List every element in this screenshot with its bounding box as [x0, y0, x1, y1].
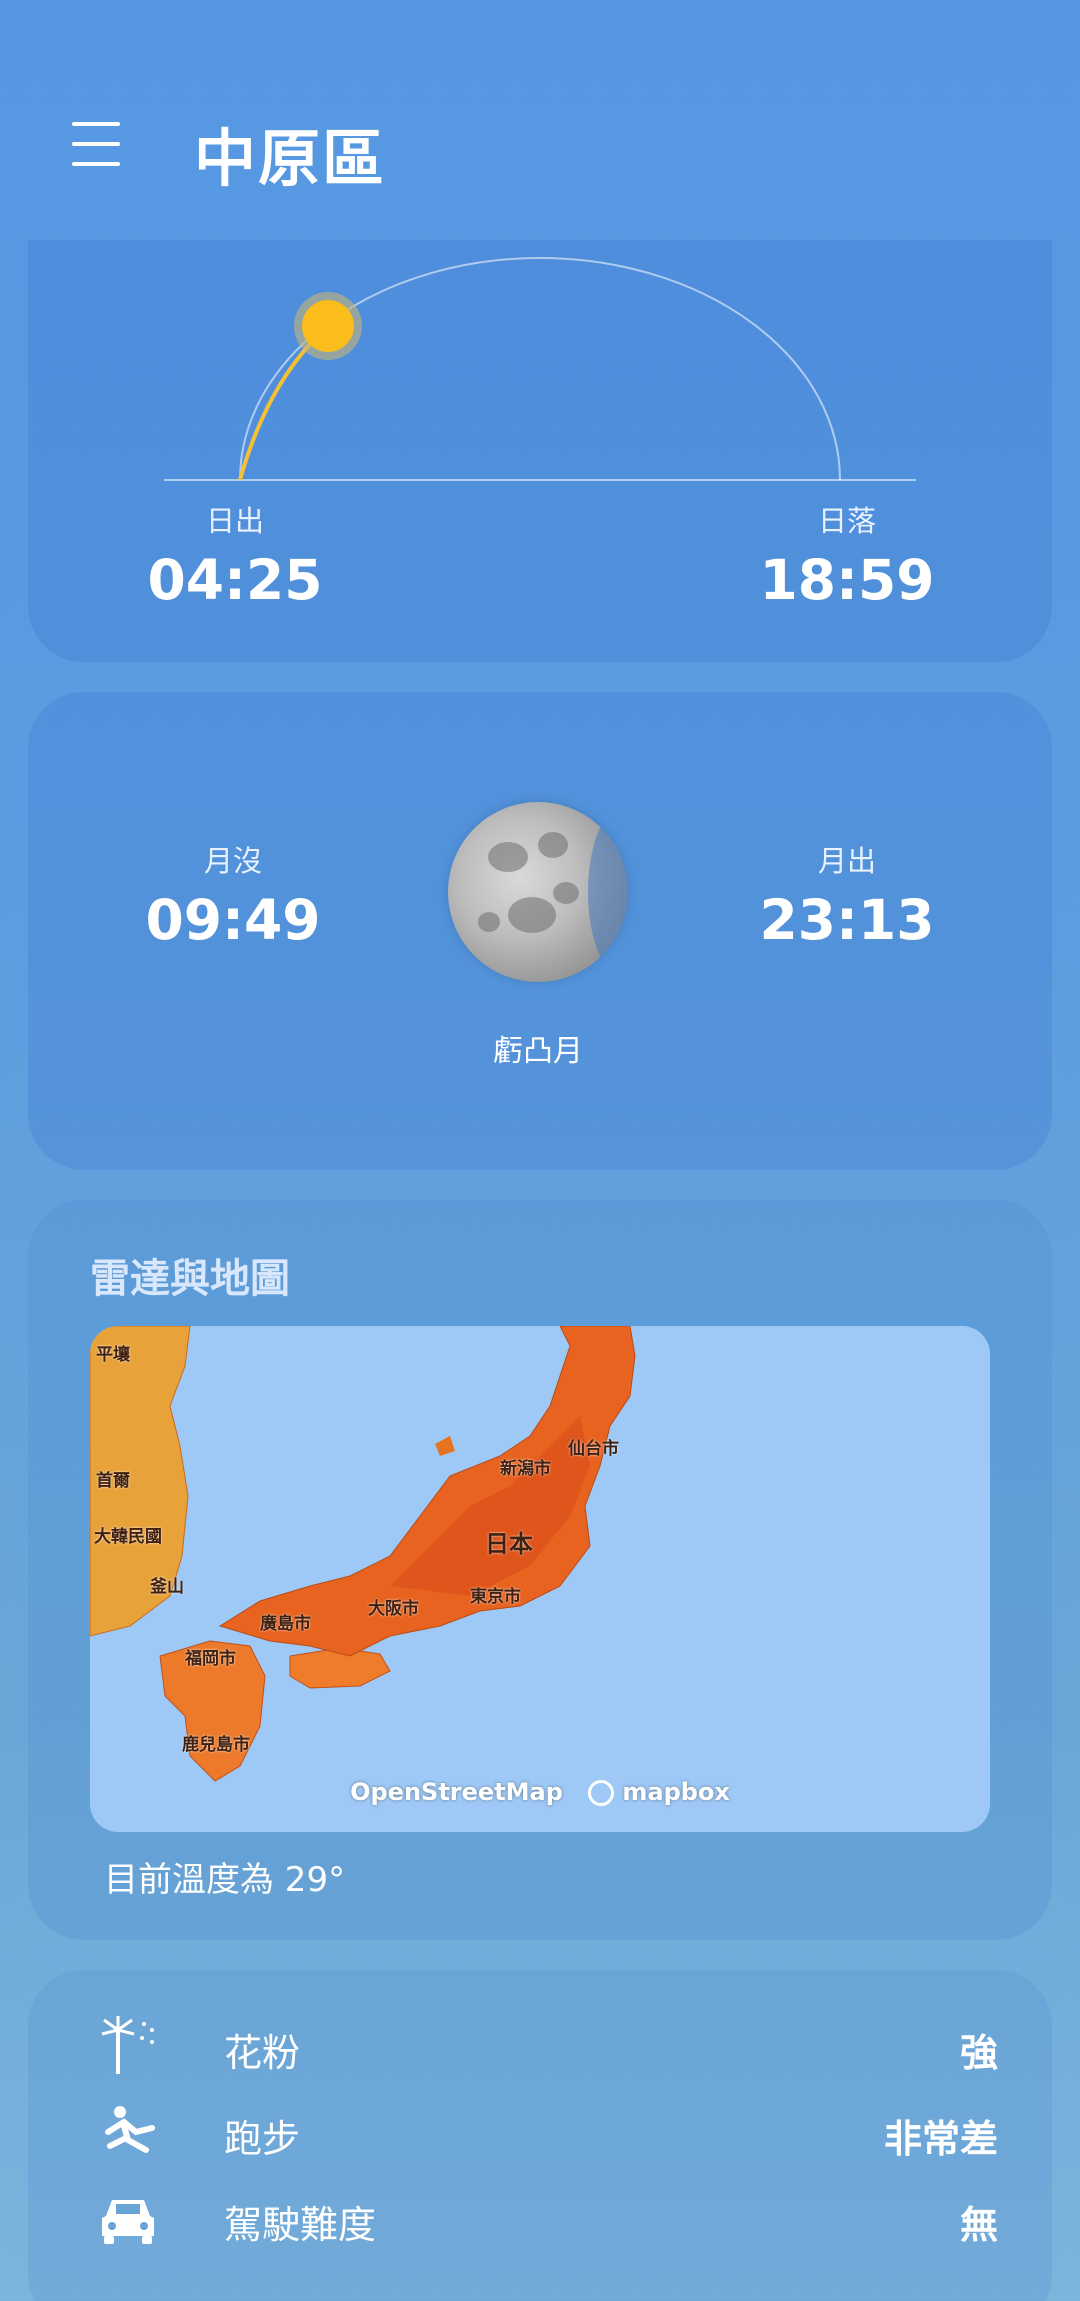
index-row-pollen[interactable]: 花粉 強 [98, 2012, 998, 2082]
sun-card: 日出 04:25 日落 18:59 [28, 240, 1052, 662]
mapbox-logo-icon [588, 1780, 614, 1806]
car-icon [102, 2200, 154, 2244]
moonset-time: 09:49 [145, 888, 321, 952]
sun-path-arc [239, 257, 841, 481]
map-city: 大阪市 [368, 1599, 419, 1619]
mapbox-attribution[interactable]: mapbox [622, 1778, 730, 1806]
index-name: 跑步 [224, 2117, 301, 2161]
map-city: 廣島市 [260, 1614, 311, 1634]
sunset-label: 日落 [817, 504, 876, 538]
map-city: 東京市 [470, 1587, 521, 1607]
menu-icon[interactable] [72, 122, 120, 166]
index-value: 強 [959, 2031, 998, 2075]
sun-icon [302, 300, 354, 352]
map-attribution[interactable]: OpenStreetMap mapbox [90, 1778, 990, 1806]
map-city: 首爾 [96, 1471, 130, 1491]
index-name: 駕駛難度 [224, 2203, 377, 2247]
index-name: 花粉 [224, 2031, 301, 2075]
map-country-label: 日本 [485, 1530, 533, 1558]
sunrise-time: 04:25 [147, 548, 323, 612]
map-city: 平壤 [96, 1345, 130, 1365]
sunset-time: 18:59 [759, 548, 935, 612]
map-city: 新潟市 [500, 1459, 551, 1479]
map-city: 釜山 [150, 1577, 184, 1597]
map-city: 鹿兒島市 [182, 1735, 250, 1755]
map-city: 仙台市 [568, 1439, 619, 1459]
moonset-label: 月沒 [203, 844, 262, 878]
moon-phase: 虧凸月 [493, 1034, 583, 1069]
app-header: 中原區 [0, 0, 1080, 240]
index-row-running[interactable]: 跑步 非常差 [98, 2098, 998, 2168]
running-icon [105, 2106, 155, 2153]
radar-card[interactable]: 雷達與地圖 新潟市 仙台市 日本 大阪市 東京市 廣島市 福岡市 鹿兒島市 首爾… [28, 1200, 1052, 1940]
location-title: 中原區 [194, 122, 387, 195]
moonrise-label: 月出 [817, 844, 876, 878]
lifestyle-index-card: 花粉 強 跑步 非常差 駕駛難度 無 [28, 1970, 1052, 2301]
map-city: 福岡市 [185, 1649, 236, 1669]
moon-icon [448, 802, 628, 982]
osm-attribution[interactable]: OpenStreetMap [350, 1778, 563, 1806]
radar-map[interactable]: 新潟市 仙台市 日本 大阪市 東京市 廣島市 福岡市 鹿兒島市 首爾 大韓民國 … [90, 1326, 990, 1832]
index-value: 無 [959, 2203, 998, 2247]
sunrise-label: 日出 [205, 504, 264, 538]
radar-title: 雷達與地圖 [90, 1256, 290, 1302]
moonrise-time: 23:13 [759, 888, 935, 952]
moon-card: 月沒 09:49 月出 23:13 虧凸月 [28, 692, 1052, 1170]
map-land [90, 1326, 636, 1782]
map-country-label: 大韓民國 [94, 1527, 162, 1547]
current-temperature-text: 目前溫度為 29° [104, 1860, 346, 1900]
pollen-icon [101, 2016, 154, 2074]
index-value: 非常差 [883, 2117, 998, 2161]
index-row-driving[interactable]: 駕駛難度 無 [98, 2184, 998, 2254]
